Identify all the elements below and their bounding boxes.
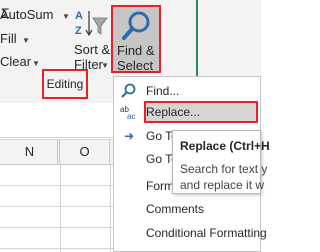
- replace-tooltip: Replace (Ctrl+H Search for text y and re…: [172, 130, 270, 194]
- column-header-n[interactable]: N: [0, 140, 60, 164]
- svg-text:A: A: [75, 10, 83, 22]
- menu-item-conditional-formatting[interactable]: Conditional Formatting: [114, 222, 267, 244]
- tooltip-title: Replace (Ctrl+H: [180, 139, 270, 153]
- fill-dropdown-icon[interactable]: ▼: [22, 36, 30, 45]
- go-to-arrow-icon: ➜: [123, 129, 135, 143]
- autosum-dropdown-icon[interactable]: ▼: [62, 12, 70, 21]
- column-header-o[interactable]: O: [60, 140, 110, 164]
- magnifier-icon: [122, 11, 150, 40]
- menu-item-comments[interactable]: Comments: [114, 198, 262, 220]
- menu-item-find-label: Find...: [146, 84, 180, 98]
- tooltip-line-2: and replace it w: [180, 178, 265, 192]
- find-icon: [121, 83, 136, 98]
- menu-item-replace[interactable]: ab ac Replace...: [114, 101, 262, 123]
- fill-button[interactable]: Fill: [0, 31, 17, 46]
- grid-line: [60, 164, 61, 252]
- menu-item-comments-label: Comments: [146, 202, 205, 216]
- find-select-button[interactable]: Find & Select: [111, 5, 161, 73]
- sort-filter-label-1: Sort &: [74, 42, 111, 57]
- replace-icon: ab ac: [120, 105, 135, 120]
- autosum-button[interactable]: AutoSum: [0, 7, 53, 22]
- sort-filter-dropdown-icon: ▼: [101, 61, 109, 70]
- grid-line: [110, 164, 111, 252]
- find-select-label-1: Find &: [117, 43, 155, 58]
- clear-dropdown-icon[interactable]: ▼: [32, 59, 40, 68]
- find-select-label-2: Select: [117, 58, 154, 73]
- menu-item-conditional-formatting-label: Conditional Formatting: [146, 226, 267, 240]
- menu-item-find[interactable]: Find...: [114, 80, 262, 102]
- editing-group-label: Editing: [42, 69, 88, 99]
- sort-filter-icon: A Z: [75, 10, 108, 37]
- tooltip-line-1: Search for text y: [180, 162, 268, 176]
- menu-item-replace-label: Replace...: [146, 105, 201, 119]
- clear-button[interactable]: Clear: [0, 54, 31, 69]
- svg-text:Z: Z: [75, 25, 82, 37]
- svg-text:ac: ac: [127, 112, 135, 120]
